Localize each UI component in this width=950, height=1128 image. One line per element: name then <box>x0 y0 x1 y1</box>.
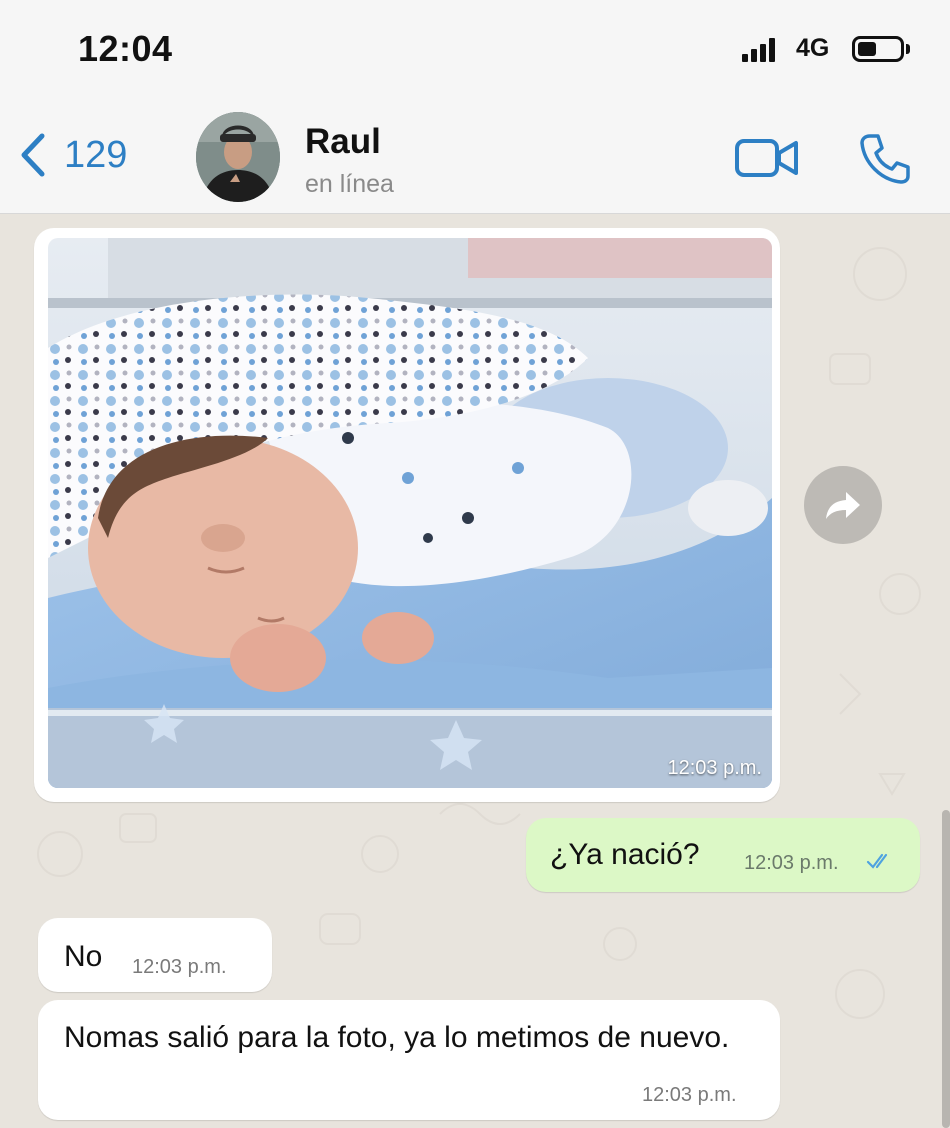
baby-photo[interactable]: 12:03 p.m. <box>48 238 772 788</box>
message-text: No <box>64 940 103 973</box>
chat-area[interactable]: 12:03 p.m. ¿Ya nació? 12:03 p.m. No 12:0… <box>0 214 950 1128</box>
avatar[interactable] <box>196 112 280 202</box>
forward-button[interactable] <box>804 466 882 544</box>
contact-status: en línea <box>305 170 394 198</box>
incoming-message[interactable]: No 12:03 p.m. <box>38 918 272 992</box>
signal-icon <box>742 38 778 62</box>
chevron-left-icon <box>21 133 45 177</box>
battery-icon <box>852 36 904 62</box>
scroll-indicator[interactable] <box>942 810 950 1128</box>
video-call-icon <box>735 139 798 177</box>
back-button[interactable]: 129 <box>16 130 127 180</box>
message-timestamp: 12:03 p.m. <box>642 1084 737 1106</box>
status-bar: 12:04 4G <box>0 0 950 100</box>
image-timestamp: 12:03 p.m. <box>667 757 762 779</box>
message-text: ¿Ya nació? <box>550 838 700 871</box>
network-type: 4G <box>796 34 830 62</box>
read-receipt-icon <box>866 853 888 869</box>
phone-call-icon <box>860 134 910 184</box>
message-timestamp: 12:03 p.m. <box>132 956 227 978</box>
video-call-button[interactable] <box>734 136 800 180</box>
forward-icon <box>826 492 860 519</box>
voice-call-button[interactable] <box>858 132 912 186</box>
outgoing-message[interactable]: ¿Ya nació? 12:03 p.m. <box>526 818 920 892</box>
contact-name[interactable]: Raul <box>305 122 381 162</box>
message-timestamp: 12:03 p.m. <box>744 852 839 874</box>
battery-nub <box>906 44 910 54</box>
message-text: Nomas salió para la foto, ya lo metimos … <box>64 1021 730 1054</box>
chat-header: 129 Raul en línea <box>0 100 950 214</box>
incoming-message[interactable]: Nomas salió para la foto, ya lo metimos … <box>38 1000 780 1120</box>
image-message[interactable]: 12:03 p.m. <box>34 228 780 802</box>
unread-count: 129 <box>64 133 128 176</box>
status-time: 12:04 <box>78 28 173 69</box>
